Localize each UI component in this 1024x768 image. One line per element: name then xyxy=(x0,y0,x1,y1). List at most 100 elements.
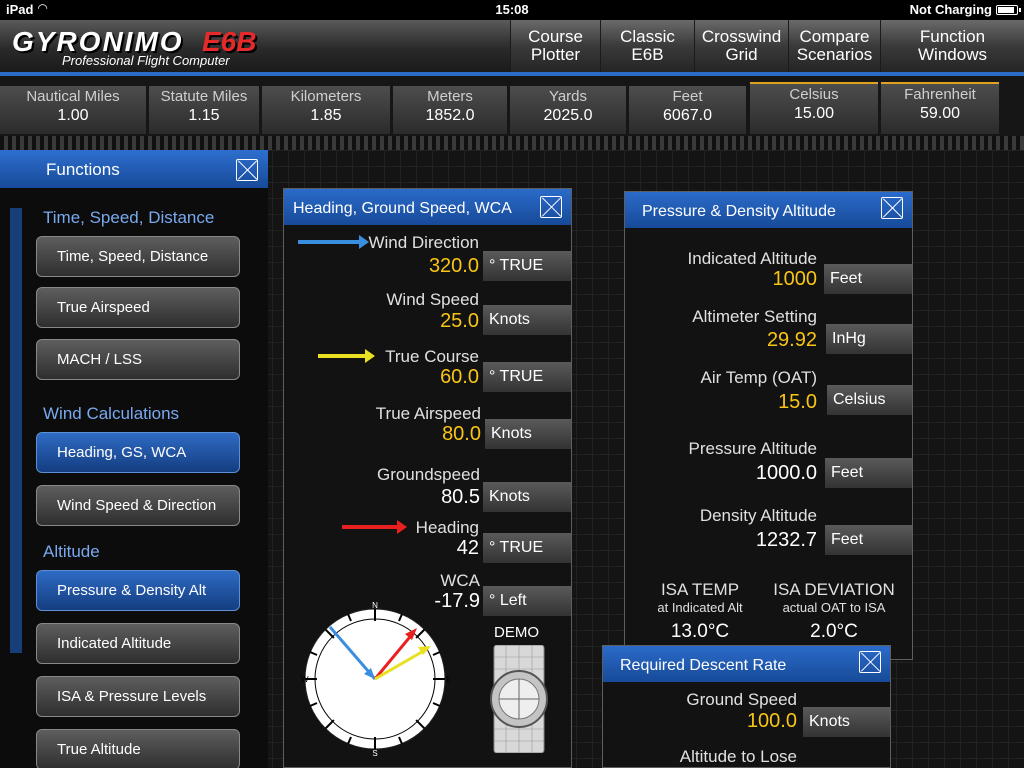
crosswind-grid-button[interactable]: Crosswind Grid xyxy=(694,20,788,72)
function-isa-pressure-levels-button[interactable]: ISA & Pressure Levels xyxy=(36,676,240,717)
unit-celsius[interactable]: Celsius 15.00 xyxy=(750,82,878,134)
ground-speed-value[interactable]: 100.0 xyxy=(623,710,797,733)
wca-label: WCA xyxy=(440,571,480,590)
unit-name: Yards xyxy=(548,88,588,105)
unit-name: Celsius xyxy=(789,86,839,103)
groundspeed-unit[interactable]: Knots xyxy=(483,482,571,512)
wind-direction-label: Wind Direction xyxy=(368,233,479,252)
true-airspeed-value[interactable]: 80.0 xyxy=(344,423,481,446)
charging-status: Not Charging xyxy=(909,2,992,17)
unit-name: Feet xyxy=(672,88,703,105)
function-heading-gs-wca-button[interactable]: Heading, GS, WCA xyxy=(36,432,240,473)
function-time-speed-distance-button[interactable]: Time, Speed, Distance xyxy=(36,236,240,277)
wca-unit[interactable]: ° Left xyxy=(483,586,571,616)
unit-yards[interactable]: Yards 2025.0 xyxy=(510,86,626,134)
unit-value: 59.00 xyxy=(919,105,961,122)
indicated-altitude-value[interactable]: 1000 xyxy=(645,268,818,291)
classic-e6b-button[interactable]: Classic E6B xyxy=(600,20,694,72)
wind-speed-value[interactable]: 25.0 xyxy=(344,310,479,333)
isa-temp-subtitle: at Indicated Alt xyxy=(657,600,743,615)
ruler-strip xyxy=(0,136,1024,150)
function-pressure-density-alt-button[interactable]: Pressure & Density Alt xyxy=(36,570,240,611)
air-temp-value[interactable]: 15.0 xyxy=(645,391,817,414)
unit-value: 6067.0 xyxy=(663,107,712,124)
unit-fahrenheit[interactable]: Fahrenheit 59.00 xyxy=(881,82,999,134)
nav-label-1: Crosswind xyxy=(701,27,782,46)
heading-unit[interactable]: ° TRUE xyxy=(483,533,571,563)
function-mach-lss-button[interactable]: MACH / LSS xyxy=(36,339,240,380)
function-true-altitude-button[interactable]: True Altitude xyxy=(36,729,240,768)
unit-name: Statute Miles xyxy=(160,88,248,105)
ground-speed-unit[interactable]: Knots xyxy=(803,707,890,737)
density-altitude-value: 1232.7 xyxy=(755,529,817,551)
required-descent-rate-window: Required Descent Rate Ground Speed 100.0… xyxy=(602,645,891,768)
app-logo: GYRONIMO E6B Professional Flight Compute… xyxy=(10,26,265,68)
course-plotter-button[interactable]: Course Plotter xyxy=(510,20,600,72)
function-indicated-altitude-button[interactable]: Indicated Altitude xyxy=(36,623,240,664)
sidebar-scrollbar[interactable] xyxy=(10,208,22,653)
unit-name: Meters xyxy=(427,88,473,105)
wind-direction-value[interactable]: 320.0 xyxy=(344,255,479,278)
compass-s: S xyxy=(372,749,377,758)
unit-value: 15.00 xyxy=(793,105,835,122)
isa-temp-title: ISA TEMP xyxy=(660,580,740,599)
altimeter-setting-value[interactable]: 29.92 xyxy=(645,329,817,352)
isa-deviation-value: 2.0°C xyxy=(810,621,858,642)
close-icon[interactable] xyxy=(236,159,258,181)
altitude-to-lose-label: Altitude to Lose xyxy=(679,747,797,766)
wind-direction-unit[interactable]: ° TRUE xyxy=(483,251,571,281)
window-title: Pressure & Density Altitude xyxy=(642,203,836,220)
close-icon[interactable] xyxy=(859,651,881,673)
unit-nautical-miles[interactable]: Nautical Miles 1.00 xyxy=(0,86,146,134)
unit-statute-miles[interactable]: Statute Miles 1.15 xyxy=(149,86,259,134)
true-course-value[interactable]: 60.0 xyxy=(344,366,479,389)
air-temp-unit[interactable]: Celsius xyxy=(827,385,912,415)
true-airspeed-unit[interactable]: Knots xyxy=(485,419,571,449)
density-altitude-label: Density Altitude xyxy=(699,506,817,525)
pressure-altitude-unit[interactable]: Feet xyxy=(825,458,912,488)
nav-label-2: Plotter xyxy=(530,45,581,64)
groundspeed-label: Groundspeed xyxy=(376,465,480,484)
battery-icon xyxy=(996,5,1021,15)
compass-e: E xyxy=(446,675,450,684)
compare-scenarios-button[interactable]: Compare Scenarios xyxy=(788,20,880,72)
app-screen: iPad ◠ 15:08 Not Charging GYRONIMO E6B P… xyxy=(0,0,1024,768)
indicated-altitude-label: Indicated Altitude xyxy=(687,249,817,268)
density-altitude-unit[interactable]: Feet xyxy=(825,525,912,555)
pressure-density-altitude-window: Pressure & Density Altitude Indicated Al… xyxy=(624,191,913,660)
function-true-airspeed-button[interactable]: True Airspeed xyxy=(36,287,240,328)
sidebar-title: Functions xyxy=(46,160,120,179)
unit-value: 1.00 xyxy=(57,107,89,124)
nav-label-2: Grid xyxy=(725,45,758,64)
true-airspeed-label: True Airspeed xyxy=(375,404,481,423)
window-header: Required Descent Rate xyxy=(603,646,890,682)
wind-speed-unit[interactable]: Knots xyxy=(483,305,571,335)
isa-temp-value: 13.0°C xyxy=(670,621,730,642)
isa-deviation-title: ISA DEVIATION xyxy=(773,580,895,599)
window-title: Heading, Ground Speed, WCA xyxy=(293,200,512,217)
unit-value: 1.85 xyxy=(310,107,342,124)
function-wind-speed-direction-button[interactable]: Wind Speed & Direction xyxy=(36,485,240,526)
true-course-label: True Course xyxy=(385,347,479,366)
close-icon[interactable] xyxy=(540,196,562,218)
window-title: Required Descent Rate xyxy=(620,657,787,674)
nav-label-1: Classic xyxy=(620,27,675,46)
demo-label: DEMO xyxy=(494,624,539,641)
unit-kilometers[interactable]: Kilometers 1.85 xyxy=(262,86,390,134)
unit-name: Kilometers xyxy=(290,88,362,105)
unit-meters[interactable]: Meters 1852.0 xyxy=(393,86,507,134)
pressure-altitude-value: 1000.0 xyxy=(755,462,817,484)
close-icon[interactable] xyxy=(881,197,903,219)
e6b-wheel-icon[interactable] xyxy=(490,645,548,753)
unit-feet[interactable]: Feet 6067.0 xyxy=(629,86,746,134)
window-header: Pressure & Density Altitude xyxy=(625,192,912,228)
indicated-altitude-unit[interactable]: Feet xyxy=(824,264,912,294)
compass-n: N xyxy=(372,601,378,610)
nav-label-1: Function xyxy=(919,27,986,46)
altimeter-setting-unit[interactable]: InHg xyxy=(826,324,912,354)
ground-speed-label: Ground Speed xyxy=(686,690,797,709)
clock: 15:08 xyxy=(495,2,529,17)
unit-value: 1.15 xyxy=(188,107,220,124)
function-windows-button[interactable]: Function Windows xyxy=(880,20,1024,72)
true-course-unit[interactable]: ° TRUE xyxy=(483,362,571,392)
